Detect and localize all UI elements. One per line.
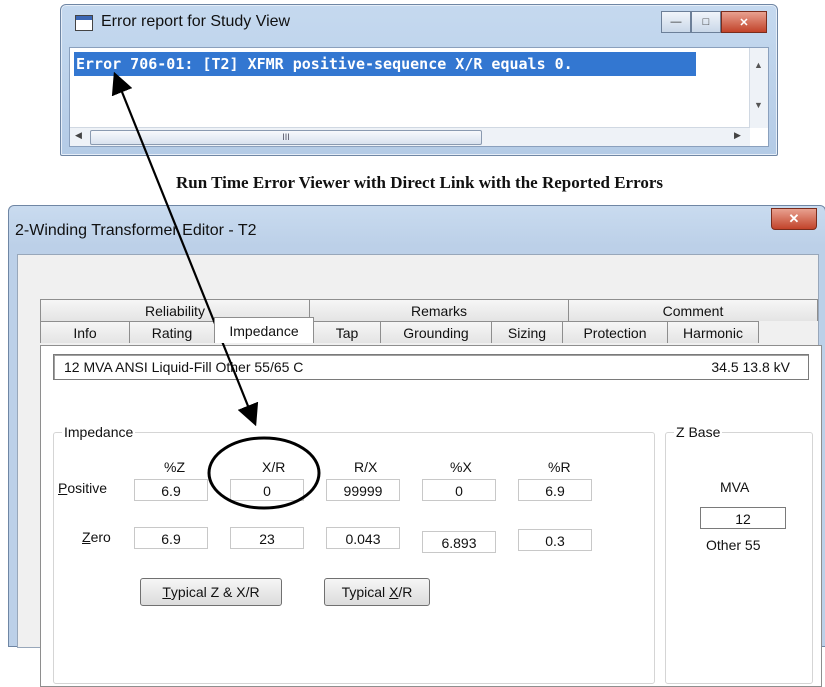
zero-accelerator: Z	[82, 529, 91, 545]
app-window-icon	[75, 15, 93, 31]
header-r-x: R/X	[354, 459, 378, 475]
tab-protection[interactable]: Protection	[562, 321, 668, 343]
tab-row-bottom: Info Rating Impedance Tap Grounding Sizi…	[40, 317, 759, 343]
close-button[interactable]: ✕	[721, 11, 767, 33]
typical-z-post: ypical Z & X/R	[170, 584, 260, 600]
positive-label-rest: ositive	[67, 480, 108, 496]
vertical-scrollbar[interactable]: ▲ ▼	[749, 48, 768, 128]
zero-pct-r-field[interactable]: 0.3	[518, 529, 592, 551]
minimize-button[interactable]: —	[661, 11, 691, 33]
summary-voltage-text: 34.5 13.8 kV	[711, 359, 790, 375]
impedance-group-title: Impedance	[62, 424, 136, 440]
editor-window-title: 2-Winding Transformer Editor - T2	[15, 222, 257, 239]
transformer-editor-window: 2-Winding Transformer Editor - T2 ✕ Reli…	[8, 205, 825, 687]
tab-remarks[interactable]: Remarks	[309, 299, 569, 321]
figure-caption: Run Time Error Viewer with Direct Link w…	[176, 173, 663, 192]
scroll-up-icon[interactable]: ▲	[754, 60, 763, 70]
typical-z-xr-button[interactable]: Typical Z & X/R	[140, 578, 282, 606]
zero-label-rest: ero	[90, 529, 111, 545]
typical-xr-accelerator: X	[389, 584, 399, 600]
error-window-title: Error report for Study View	[101, 13, 291, 30]
zbase-group-title: Z Base	[674, 424, 723, 440]
summary-rating-text: 12 MVA ANSI Liquid-Fill Other 55/65 C	[64, 359, 304, 375]
window-controls: — □ ✕	[661, 11, 767, 33]
scroll-left-icon[interactable]: ◀	[75, 130, 82, 141]
editor-close-button[interactable]: ✕	[771, 208, 817, 230]
tab-tap[interactable]: Tap	[313, 321, 381, 343]
tab-rating[interactable]: Rating	[129, 321, 215, 343]
error-list-item[interactable]: Error 706-01: [T2] XFMR positive-sequenc…	[74, 52, 696, 76]
positive-accelerator: P	[58, 480, 68, 496]
tab-impedance[interactable]: Impedance	[214, 317, 314, 343]
zbase-mva-label: MVA	[720, 479, 750, 495]
positive-x-r-field[interactable]: 0	[230, 479, 304, 501]
typical-xr-button[interactable]: Typical X/R	[324, 578, 430, 606]
zero-pct-x-field[interactable]: 6.893	[422, 531, 496, 553]
header-pct-z: %Z	[164, 459, 185, 475]
error-list: Error 706-01: [T2] XFMR positive-sequenc…	[69, 47, 769, 147]
error-report-window: Error report for Study View — □ ✕ Error …	[60, 4, 778, 156]
scroll-thumb[interactable]: III	[90, 130, 482, 145]
tab-harmonic[interactable]: Harmonic	[667, 321, 759, 343]
horizontal-scrollbar[interactable]: ◀ III ▶	[70, 127, 750, 146]
zero-x-r-field[interactable]: 23	[230, 527, 304, 549]
zero-row-label: Zero	[82, 529, 111, 545]
impedance-tab-page: 12 MVA ANSI Liquid-Fill Other 55/65 C 34…	[40, 345, 822, 687]
typical-xr-post: /R	[398, 584, 413, 600]
transformer-summary: 12 MVA ANSI Liquid-Fill Other 55/65 C 34…	[53, 354, 809, 380]
positive-pct-x-field[interactable]: 0	[422, 479, 496, 501]
tab-sizing[interactable]: Sizing	[491, 321, 563, 343]
typical-xr-pre: Typical	[341, 584, 386, 600]
typical-z-accelerator: T	[162, 584, 171, 600]
positive-row-label: Positive	[58, 480, 107, 496]
positive-pct-r-field[interactable]: 6.9	[518, 479, 592, 501]
editor-client-area: Reliability Remarks Comment Info Rating …	[17, 254, 822, 687]
tab-row-top: Reliability Remarks Comment	[40, 299, 818, 321]
zbase-note: Other 55	[706, 537, 761, 553]
header-x-r: X/R	[262, 459, 286, 475]
header-pct-r: %R	[548, 459, 571, 475]
zero-pct-z-field[interactable]: 6.9	[134, 527, 208, 549]
impedance-group: Impedance %Z X/R R/X %X %R Positive 6.9 …	[53, 424, 655, 684]
scroll-right-icon[interactable]: ▶	[734, 130, 741, 141]
tab-comment[interactable]: Comment	[568, 299, 818, 321]
positive-pct-z-field[interactable]: 6.9	[134, 479, 208, 501]
zbase-group: Z Base MVA 12 Other 55	[665, 424, 813, 684]
scroll-down-icon[interactable]: ▼	[754, 100, 763, 110]
zero-r-x-field[interactable]: 0.043	[326, 527, 400, 549]
tab-info[interactable]: Info	[40, 321, 130, 343]
header-pct-x: %X	[450, 459, 472, 475]
tab-grounding[interactable]: Grounding	[380, 321, 492, 343]
positive-r-x-field[interactable]: 99999	[326, 479, 400, 501]
zbase-mva-field[interactable]: 12	[700, 507, 786, 529]
maximize-button[interactable]: □	[691, 11, 721, 33]
